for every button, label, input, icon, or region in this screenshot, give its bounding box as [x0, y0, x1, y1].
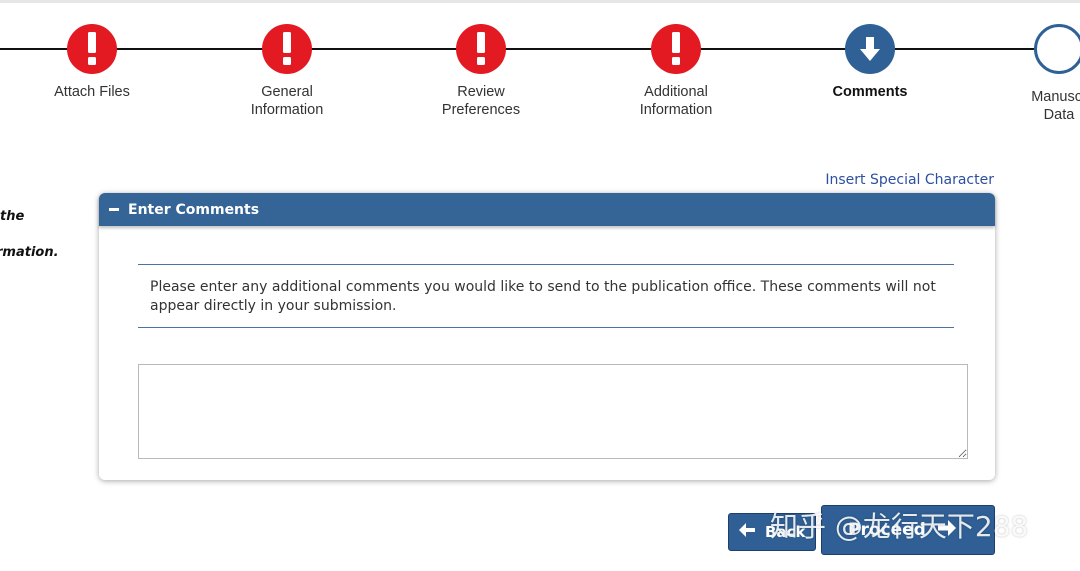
comments-textarea[interactable] [138, 364, 968, 459]
comments-panel: Enter Comments Please enter any addition… [99, 193, 995, 480]
step-label: Review Preferences [441, 84, 521, 118]
step-attach-files[interactable]: Attach Files [12, 24, 172, 101]
exclamation-icon [67, 24, 117, 74]
arrow-down-icon [845, 24, 895, 74]
collapse-icon[interactable] [109, 208, 119, 211]
side-instruction-line: the [0, 209, 25, 224]
step-additional-information[interactable]: Additional Information [596, 24, 756, 119]
step-label: Comments [832, 84, 908, 100]
proceed-label: Proceed [848, 520, 926, 540]
exclamation-icon [456, 24, 506, 74]
exclamation-icon [651, 24, 701, 74]
exclamation-icon [262, 24, 312, 74]
proceed-button[interactable]: Proceed [821, 505, 995, 555]
side-instruction-line: rmation. [0, 245, 59, 260]
arrow-right-icon [937, 519, 956, 541]
arrow-left-icon [739, 523, 755, 541]
step-manuscript-data[interactable]: Manuscr Data [979, 24, 1080, 124]
back-label: Back [765, 523, 806, 541]
step-label: Manuscr Data [1031, 89, 1080, 123]
comments-instructions: Please enter any additional comments you… [138, 264, 954, 328]
side-instruction: the rmation. [0, 190, 76, 280]
step-label: Additional Information [639, 84, 713, 118]
back-button[interactable]: Back [728, 513, 816, 551]
step-review-preferences[interactable]: Review Preferences [401, 24, 561, 119]
step-comments[interactable]: Comments [790, 24, 950, 101]
insert-special-character-link[interactable]: Insert Special Character [825, 172, 994, 188]
top-border [0, 0, 1080, 3]
step-label: Attach Files [54, 84, 130, 100]
step-general-information[interactable]: General Information [207, 24, 367, 119]
empty-circle-icon [1034, 24, 1080, 74]
panel-header[interactable]: Enter Comments [99, 193, 995, 226]
step-label: General Information [250, 84, 324, 118]
panel-title: Enter Comments [128, 201, 260, 218]
